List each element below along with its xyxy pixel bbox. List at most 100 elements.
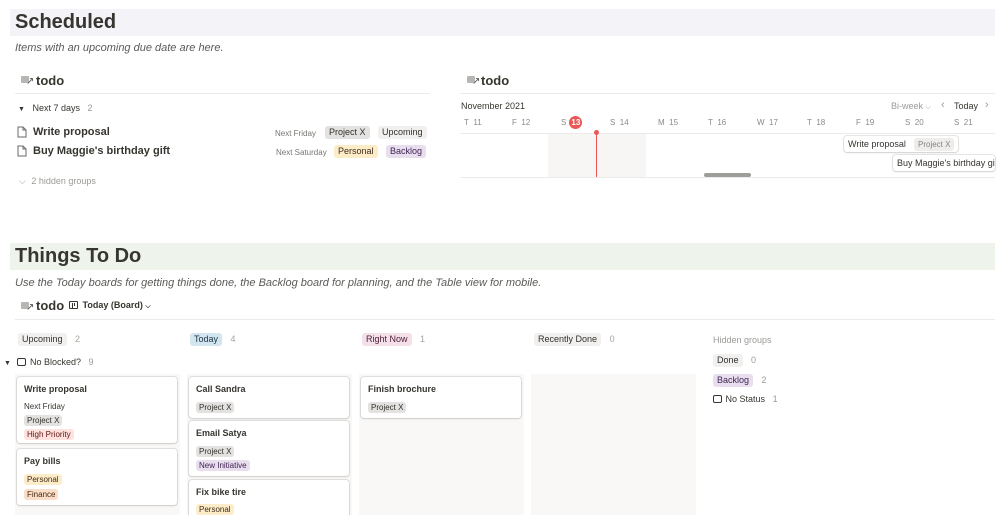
timeline-today-button[interactable]: Today <box>954 101 978 111</box>
timeline-day: M 15 <box>658 118 679 127</box>
timeline-day: S 14 <box>610 118 629 127</box>
board-card-call-sandra[interactable]: Call Sandra Project X <box>189 377 349 418</box>
chevron-down-icon: ⌵ <box>19 176 26 186</box>
card-title: Write proposal <box>24 384 87 394</box>
timeline-weekend-shade <box>548 134 646 177</box>
item-title: Write proposal <box>33 126 110 138</box>
hidden-group-no-status[interactable]: No Status 1 <box>713 394 778 404</box>
things-description: Use the Today boards for getting things … <box>15 277 542 289</box>
hidden-group-name: Done <box>713 354 743 367</box>
card-tag: New Initiative <box>196 460 250 471</box>
column-count: 1 <box>420 334 426 344</box>
card-project-tag: Project X <box>368 402 407 413</box>
chevron-left-icon: ‹ <box>941 99 945 111</box>
board-card-finish-brochure[interactable]: Finish brochure Project X <box>361 377 521 418</box>
timeline-day: T 16 <box>708 118 727 127</box>
column-name: Upcoming <box>18 333 67 346</box>
list-db-title[interactable]: todo <box>36 73 64 88</box>
item-title: Buy Maggie's birthday gift <box>33 145 171 157</box>
inbox-icon <box>713 395 722 403</box>
item-status-tag: Upcoming <box>378 126 427 139</box>
card-project-tag: Project X <box>196 402 235 413</box>
timeline-today-dot <box>594 130 599 135</box>
inbox-icon <box>17 358 27 366</box>
list-item[interactable]: Write proposal Next Friday Project X Upc… <box>15 124 430 142</box>
list-item[interactable]: Buy Maggie's birthday gift Next Saturday… <box>15 143 430 161</box>
column-name: Recently Done <box>534 333 602 346</box>
card-title: Email Satya <box>196 428 247 438</box>
timeline-header-divider <box>460 133 995 134</box>
group-toggle[interactable]: ▼ Next 7 days 2 <box>18 103 93 113</box>
database-link-icon: ↗ <box>21 301 35 313</box>
card-project-tag: Project X <box>24 415 63 426</box>
chevron-right-icon: › <box>985 99 989 111</box>
board-view-icon <box>69 301 78 309</box>
view-label: Today (Board) <box>82 300 143 310</box>
bar-title: Buy Maggie's birthday gift <box>897 158 995 168</box>
timeline-day: F 19 <box>856 118 875 127</box>
timeline-db-title[interactable]: todo <box>481 73 509 88</box>
column-count: 4 <box>230 334 236 344</box>
scheduled-title: Scheduled <box>15 11 117 33</box>
column-body-recently-done <box>531 374 696 515</box>
subgroup-toggle[interactable]: ▼ No Blocked? 9 <box>4 357 94 367</box>
card-tag: Personal <box>24 474 62 485</box>
column-header-today[interactable]: Today 4 <box>190 333 236 347</box>
timeline-range-label: Bi-week <box>891 101 924 111</box>
timeline-day: S 21 <box>954 118 973 127</box>
bar-project-tag: Project X <box>914 138 955 151</box>
divider <box>15 93 430 94</box>
timeline-scrollbar[interactable] <box>704 173 751 177</box>
item-date: Next Saturday <box>276 148 327 157</box>
bar-title: Write proposal <box>848 139 906 149</box>
board-card-fix-bike-tire[interactable]: Fix bike tire Personal <box>189 480 349 515</box>
column-header-right-now[interactable]: Right Now 1 <box>362 333 425 347</box>
divider <box>460 93 995 94</box>
column-count: 0 <box>609 334 615 344</box>
chevron-down-icon: ⌵ <box>925 104 931 111</box>
view-selector[interactable]: Today (Board) ⌵ <box>69 300 151 311</box>
chevron-down-icon: ⌵ <box>145 303 151 310</box>
timeline-bar-buy-gift[interactable]: Buy Maggie's birthday gift <box>893 155 995 171</box>
page-icon <box>17 145 27 157</box>
card-date: Next Friday <box>24 402 65 411</box>
subgroup-label: No Blocked? <box>29 357 81 367</box>
timeline-bar-write-proposal[interactable]: Write proposal Project X <box>844 136 958 152</box>
board-card-write-proposal[interactable]: Write proposal Next Friday Project X Hig… <box>17 377 177 443</box>
timeline-day: S 20 <box>905 118 924 127</box>
hidden-group-backlog[interactable]: Backlog 2 <box>713 374 767 387</box>
database-link-icon: ↗ <box>467 75 481 87</box>
card-title: Finish brochure <box>368 384 437 394</box>
timeline-day: T 18 <box>807 118 826 127</box>
timeline-next-button[interactable]: › <box>985 99 989 111</box>
things-title: Things To Do <box>15 245 142 267</box>
card-tag: Personal <box>196 504 234 515</box>
timeline-today-line <box>596 133 597 177</box>
timeline-prev-button[interactable]: ‹ <box>941 99 945 111</box>
page-icon <box>17 126 27 138</box>
hidden-group-done[interactable]: Done 0 <box>713 354 756 367</box>
hidden-groups-label: 2 hidden groups <box>31 176 96 186</box>
timeline-range-select[interactable]: Bi-week ⌵ <box>891 101 931 112</box>
group-label: Next 7 days <box>32 103 80 113</box>
card-title: Call Sandra <box>196 384 246 394</box>
hidden-groups-heading: Hidden groups <box>713 335 772 345</box>
timeline-day-today: S 13 <box>561 116 583 129</box>
timeline-bottom-divider <box>460 177 995 178</box>
item-project-tag: Project X <box>325 126 370 139</box>
column-header-upcoming[interactable]: Upcoming 2 <box>18 333 80 347</box>
column-header-recently-done[interactable]: Recently Done 0 <box>534 333 615 347</box>
card-project-tag: Project X <box>196 446 235 457</box>
timeline-month: November 2021 <box>461 101 526 111</box>
board-card-pay-bills[interactable]: Pay bills Personal Finance <box>17 449 177 505</box>
card-title: Fix bike tire <box>196 487 247 497</box>
board-card-email-satya[interactable]: Email Satya Project X New Initiative <box>189 421 349 476</box>
database-link-icon: ↗ <box>21 75 35 87</box>
board-db-title[interactable]: todo <box>36 298 64 313</box>
triangle-down-icon: ▼ <box>4 360 11 367</box>
column-name: Right Now <box>362 333 412 346</box>
item-date: Next Friday <box>275 129 316 138</box>
card-title: Pay bills <box>24 456 61 466</box>
item-project-tag: Personal <box>334 145 378 158</box>
hidden-groups-toggle[interactable]: ⌵ 2 hidden groups <box>19 176 96 187</box>
